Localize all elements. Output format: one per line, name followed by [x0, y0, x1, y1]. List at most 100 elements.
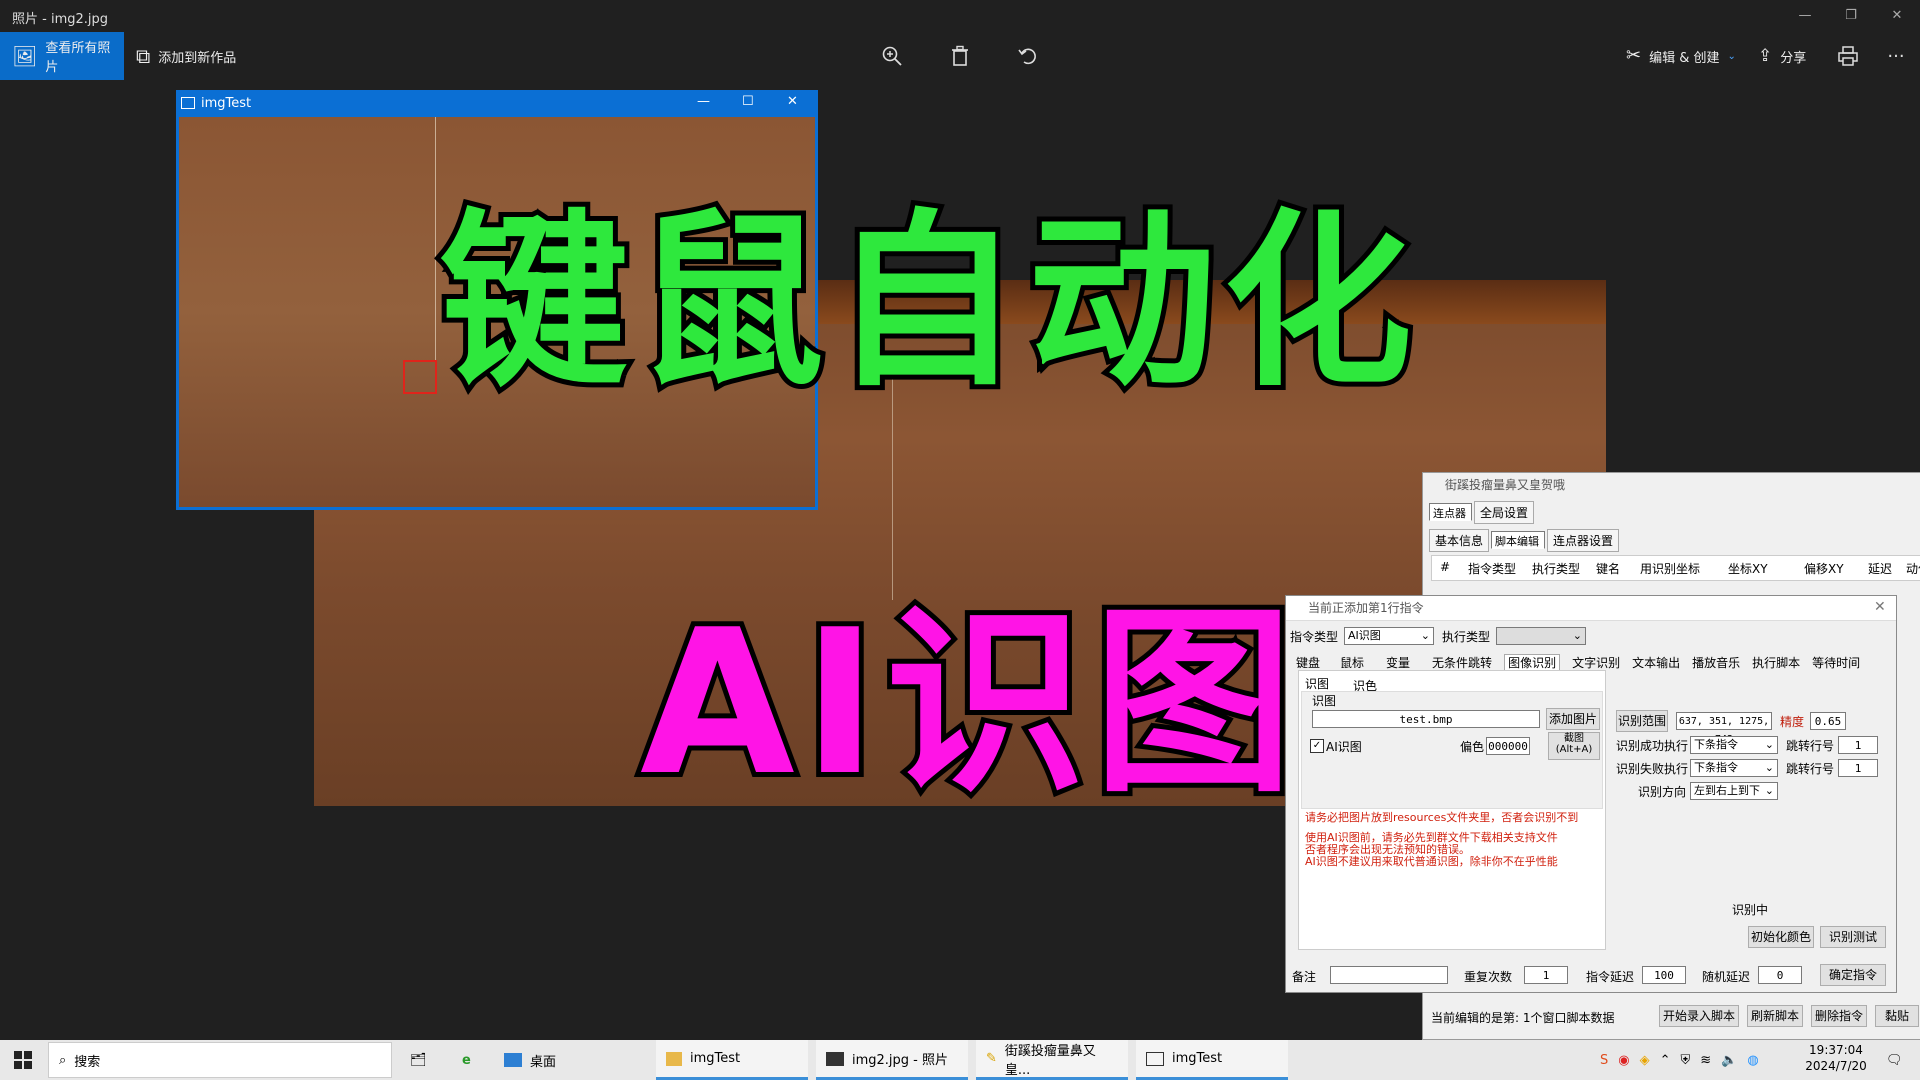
status-text: 当前编辑的是第: 1个窗口脚本数据: [1431, 1011, 1615, 1025]
imgtest-titlebar[interactable]: imgTest — ☐ ✕: [177, 91, 817, 117]
exec-type-label: 执行类型: [1442, 630, 1491, 644]
tray-record-icon: ◉: [1618, 1052, 1630, 1068]
more-icon[interactable]: ···: [1872, 32, 1920, 80]
minimize-icon[interactable]: —: [1782, 0, 1828, 32]
add-to-creation-button[interactable]: ⧉ 添加到新作品: [124, 32, 248, 80]
range-button[interactable]: 识别范围: [1616, 710, 1668, 732]
taskbar: ⌕ 搜索 🗂 e 桌面 imgTest img2.jpg - 照片 ✎ 街蹊投瘤…: [0, 1040, 1920, 1080]
tab-clicker-settings[interactable]: 连点器设置: [1547, 529, 1620, 552]
jump-fail-input[interactable]: 1: [1838, 759, 1878, 777]
tab-text-output[interactable]: 文本输出: [1632, 656, 1680, 670]
warning-resources: 请务必把图片放到resources文件夹里，否者会识别不到: [1305, 811, 1579, 824]
close-icon[interactable]: ✕: [1874, 599, 1886, 615]
delay-input[interactable]: 100: [1642, 966, 1686, 984]
bias-input[interactable]: 000000: [1486, 737, 1530, 755]
tray-chat-icon: ◍: [1747, 1052, 1759, 1068]
tab-basic-info[interactable]: 基本信息: [1429, 529, 1490, 552]
maximize-icon[interactable]: ☐: [742, 94, 754, 109]
share-label: 分享: [1780, 50, 1807, 66]
restore-icon[interactable]: ❐: [1828, 0, 1874, 32]
tab-keyboard[interactable]: 键盘: [1296, 656, 1320, 670]
zoom-in-icon[interactable]: [868, 32, 916, 80]
edit-create-button[interactable]: ✂ 编辑 & 创建 ⌄: [1614, 32, 1748, 80]
imgtest-title: imgTest: [201, 96, 252, 111]
tab-wait-time[interactable]: 等待时间: [1812, 656, 1860, 670]
start-record-button[interactable]: 开始录入脚本: [1659, 1005, 1739, 1027]
delete-command-button[interactable]: 删除指令: [1811, 1005, 1867, 1027]
col-key: 键名: [1596, 562, 1621, 576]
taskbar-search[interactable]: ⌕ 搜索: [48, 1042, 392, 1078]
fail-select[interactable]: 下条指令 ⌄: [1690, 759, 1778, 777]
image-file-input[interactable]: test.bmp: [1312, 710, 1540, 728]
desktop-icon: [504, 1053, 522, 1067]
tab-global-settings[interactable]: 全局设置: [1474, 501, 1535, 524]
jump-fail-label: 跳转行号: [1786, 762, 1835, 776]
view-all-photos-button[interactable]: 🖼 查看所有照片: [0, 32, 124, 80]
tab-clicker[interactable]: 连点器: [1429, 503, 1472, 521]
tab-script-edit[interactable]: 脚本编辑: [1491, 531, 1546, 549]
cmd-type-select[interactable]: AI识图 ⌄: [1344, 627, 1434, 645]
paste-button[interactable]: 黏贴: [1875, 1005, 1919, 1027]
note-input[interactable]: [1330, 966, 1448, 984]
browser-icon[interactable]: e: [452, 1040, 481, 1080]
tab-unconditional-jump[interactable]: 无条件跳转: [1432, 656, 1492, 670]
taskbar-item-imgtest-folder[interactable]: imgTest: [656, 1040, 808, 1080]
tab-text-recognition[interactable]: 文字识别: [1572, 656, 1620, 670]
app-icon: ✎: [986, 1051, 997, 1066]
col-use-coords: 用识别坐标: [1640, 562, 1701, 576]
exec-type-select[interactable]: ⌄: [1496, 627, 1586, 645]
col-coord-xy: 坐标XY: [1728, 562, 1768, 576]
delete-icon[interactable]: [936, 32, 984, 80]
tab-play-music[interactable]: 播放音乐: [1692, 656, 1740, 670]
add-image-button[interactable]: 添加图片: [1546, 708, 1600, 730]
taskbar-item-desktop[interactable]: 桌面: [494, 1040, 644, 1080]
clock[interactable]: 19:37:04 2024/7/20: [1800, 1043, 1872, 1073]
repeat-input[interactable]: 1: [1524, 966, 1568, 984]
capture-button[interactable]: 截图 (Alt+A): [1548, 732, 1600, 760]
recognition-test-button[interactable]: 识别测试: [1820, 926, 1886, 948]
direction-label: 识别方向: [1638, 785, 1687, 799]
add-command-dialog[interactable]: 当前正添加第1行指令 ✕ 指令类型 AI识图 ⌄ 执行类型 ⌄ 键盘 鼠标 变量 无条件…: [1285, 595, 1897, 993]
taskbar-item-photos[interactable]: img2.jpg - 照片: [816, 1040, 968, 1080]
success-select[interactable]: 下条指令 ⌄: [1690, 736, 1778, 754]
tab-variable[interactable]: 变量: [1386, 656, 1410, 670]
random-delay-input[interactable]: 0: [1758, 966, 1802, 984]
init-color-button[interactable]: 初始化颜色: [1748, 926, 1814, 948]
fishing-line: [435, 117, 436, 367]
start-button[interactable]: [0, 1040, 46, 1080]
subtab-image[interactable]: 识图: [1305, 675, 1329, 692]
print-icon[interactable]: [1824, 32, 1872, 80]
view-all-label: 查看所有照片: [45, 41, 111, 75]
clicker-title: 街蹊投瘤量鼻又皇贺哦: [1445, 478, 1566, 492]
tab-mouse[interactable]: 鼠标: [1340, 656, 1364, 670]
refresh-script-button[interactable]: 刷新脚本: [1747, 1005, 1803, 1027]
taskbar-label: 桌面: [530, 1054, 557, 1070]
minimize-icon[interactable]: —: [697, 94, 710, 109]
volume-icon: 🔈: [1721, 1052, 1738, 1068]
ai-checkbox[interactable]: ✓: [1310, 739, 1324, 753]
taskbar-label: imgTest: [690, 1051, 741, 1066]
overlay-title-line1: 键鼠自动化: [435, 188, 1420, 417]
notification-icon[interactable]: 🗨: [1876, 1040, 1913, 1080]
share-button[interactable]: ⇪ 分享: [1746, 32, 1818, 80]
pinned-app-icon[interactable]: 🗂: [400, 1040, 437, 1080]
range-input[interactable]: 637, 351, 1275, 742: [1676, 712, 1772, 745]
windows-icon: [14, 1051, 32, 1069]
jump-success-input[interactable]: 1: [1838, 736, 1878, 754]
close-icon[interactable]: ✕: [787, 94, 798, 109]
taskbar-item-clicker[interactable]: ✎ 街蹊投瘤量鼻又皇...: [976, 1040, 1128, 1080]
clock-time: 19:37:04: [1809, 1043, 1863, 1057]
fail-label: 识别失败执行: [1616, 762, 1689, 776]
recognizing-status: 识别中: [1732, 903, 1769, 917]
rotate-icon[interactable]: [1004, 32, 1052, 80]
bias-label: 偏色: [1460, 740, 1485, 754]
taskbar-item-imgtest-window[interactable]: imgTest: [1136, 1040, 1288, 1080]
chevron-down-icon: ⌄: [1727, 50, 1736, 62]
close-icon[interactable]: ✕: [1874, 0, 1920, 32]
tab-run-script[interactable]: 执行脚本: [1752, 656, 1800, 670]
system-tray[interactable]: S ◉ ◈ ⌃ ⛨ ≋ 🔈 ◍: [1590, 1040, 1769, 1080]
tray-s-icon: S: [1600, 1052, 1609, 1068]
confirm-command-button[interactable]: 确定指令: [1820, 964, 1886, 986]
direction-select[interactable]: 左到右上到下 ⌄: [1690, 782, 1778, 800]
precision-input[interactable]: 0.65: [1810, 712, 1846, 730]
